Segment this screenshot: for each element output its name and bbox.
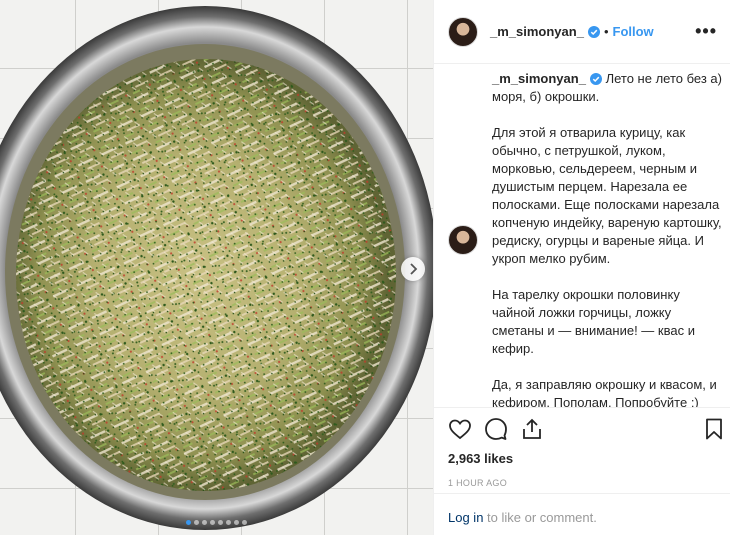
carousel-dot	[226, 520, 231, 525]
more-options-button[interactable]: •••	[695, 22, 717, 40]
carousel-dot	[186, 520, 191, 525]
author-username[interactable]: _m_simonyan_	[490, 24, 584, 39]
caption-avatar[interactable]	[448, 225, 478, 255]
login-prompt-text: to like or comment.	[483, 510, 597, 525]
comment-button[interactable]	[484, 417, 510, 443]
carousel-next-button[interactable]	[401, 257, 425, 281]
share-button[interactable]	[520, 417, 546, 443]
post-header: _m_simonyan_ • Follow •••	[434, 0, 730, 64]
follow-button[interactable]: Follow	[613, 24, 654, 39]
login-prompt: Log in to like or comment.	[434, 493, 730, 535]
save-button[interactable]	[702, 417, 728, 443]
verified-badge-icon	[589, 73, 602, 85]
post-timestamp[interactable]: 1 HOUR AGO	[448, 478, 717, 488]
carousel-indicator	[0, 520, 433, 525]
post-photo[interactable]	[0, 0, 433, 535]
login-link[interactable]: Log in	[448, 510, 483, 525]
post-caption: _m_simonyan_ Лето не лето без а) моря, б…	[492, 70, 723, 407]
share-icon	[523, 418, 541, 439]
comment-bubble-icon	[485, 418, 507, 440]
like-button[interactable]	[448, 417, 474, 443]
bookmark-icon	[706, 418, 722, 440]
comments-area: _m_simonyan_ Лето не лето без а) моря, б…	[434, 64, 730, 407]
header-separator: •	[603, 24, 609, 39]
caption-username[interactable]: _m_simonyan_	[492, 71, 586, 86]
carousel-dot	[218, 520, 223, 525]
verified-badge-icon	[587, 25, 600, 38]
carousel-dot	[194, 520, 199, 525]
carousel-dot	[242, 520, 247, 525]
salad-bowl-image	[0, 6, 433, 530]
post-actions: 2,963 likes 1 HOUR AGO	[434, 407, 730, 507]
carousel-dot	[210, 520, 215, 525]
likes-count[interactable]: 2,963 likes	[448, 451, 717, 466]
avatar[interactable]	[448, 16, 478, 47]
carousel-dot	[234, 520, 239, 525]
post-sidebar: _m_simonyan_ • Follow ••• _m_simonyan_ Л…	[433, 0, 730, 535]
caption-text: Лето не лето без а) моря, б) окрошки. Дл…	[492, 71, 722, 407]
carousel-dot	[202, 520, 207, 525]
heart-icon	[449, 419, 471, 440]
action-icons-row	[448, 408, 722, 452]
chevron-right-icon	[410, 263, 418, 275]
